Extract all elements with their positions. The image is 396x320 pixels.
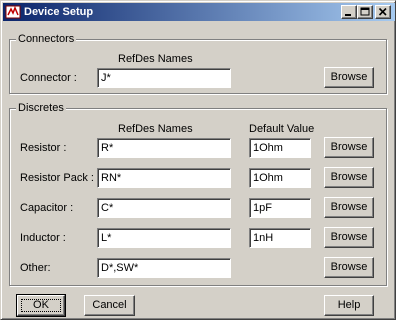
connector-browse-button[interactable]: Browse <box>324 67 374 88</box>
resistor-pack-refdes-input[interactable]: RN* <box>97 168 231 188</box>
connector-label: Connector : <box>20 72 77 84</box>
device-setup-dialog: Device Setup Connectors RefDes Names Con… <box>0 0 396 320</box>
resistor-refdes-input[interactable]: R* <box>97 138 231 158</box>
minimize-button[interactable] <box>341 5 357 19</box>
resistor-pack-label: Resistor Pack : <box>20 172 94 184</box>
close-icon <box>378 7 387 16</box>
connectors-refdes-header: RefDes Names <box>118 53 193 65</box>
minimize-icon <box>345 14 351 16</box>
maximize-button[interactable] <box>357 5 373 19</box>
connectors-group-title: Connectors <box>16 33 77 46</box>
inductor-label: Inductor : <box>20 232 66 244</box>
discretes-default-header: Default Value <box>249 123 315 135</box>
connector-refdes-input[interactable]: J* <box>97 68 231 88</box>
resistor-label: Resistor : <box>20 142 67 154</box>
focus-rect <box>21 299 61 312</box>
window-title: Device Setup <box>24 6 94 18</box>
resistor-default-input[interactable]: 1Ohm <box>249 138 311 158</box>
ok-button[interactable]: OK <box>16 294 66 317</box>
resistor-pack-browse-button[interactable]: Browse <box>324 167 374 188</box>
title-bar: Device Setup <box>3 3 395 21</box>
other-label: Other: <box>20 262 51 274</box>
other-refdes-input[interactable]: D*,SW* <box>97 258 231 278</box>
other-browse-button[interactable]: Browse <box>324 257 374 278</box>
inductor-browse-button[interactable]: Browse <box>324 227 374 248</box>
app-icon <box>5 4 21 20</box>
help-button[interactable]: Help <box>324 295 374 316</box>
discretes-refdes-header: RefDes Names <box>118 123 193 135</box>
capacitor-label: Capacitor : <box>20 202 74 214</box>
capacitor-browse-button[interactable]: Browse <box>324 197 374 218</box>
capacitor-refdes-input[interactable]: C* <box>97 198 231 218</box>
cancel-button[interactable]: Cancel <box>84 295 135 316</box>
resistor-pack-default-input[interactable]: 1Ohm <box>249 168 311 188</box>
capacitor-default-input[interactable]: 1pF <box>249 198 311 218</box>
close-button[interactable] <box>375 5 391 19</box>
inductor-default-input[interactable]: 1nH <box>249 228 311 248</box>
inductor-refdes-input[interactable]: L* <box>97 228 231 248</box>
maximize-icon <box>360 7 370 16</box>
discretes-group-title: Discretes <box>16 102 66 115</box>
resistor-browse-button[interactable]: Browse <box>324 137 374 158</box>
